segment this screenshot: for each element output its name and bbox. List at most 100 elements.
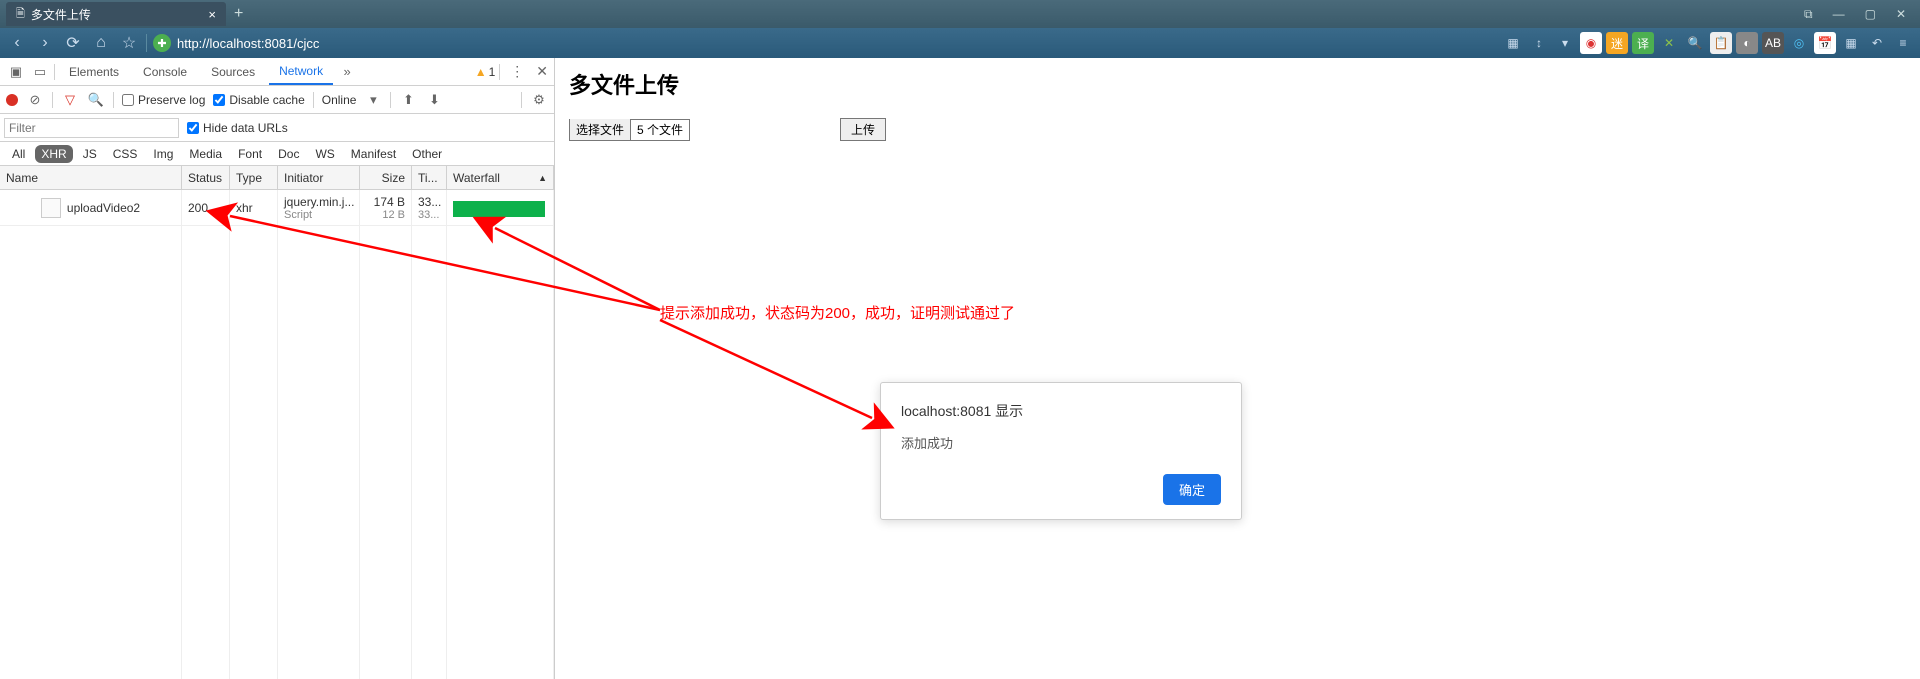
separator xyxy=(146,34,147,52)
ext-icon-4[interactable]: ✕ xyxy=(1658,32,1680,54)
col-time[interactable]: Ti... xyxy=(412,166,447,189)
url-text[interactable]: http://localhost:8081/cjcc xyxy=(177,36,1496,51)
clear-icon[interactable]: ⊘ xyxy=(26,92,44,108)
new-tab-button[interactable]: + xyxy=(234,5,243,23)
alert-title: localhost:8081 显示 xyxy=(901,401,1221,421)
col-name[interactable]: Name xyxy=(0,166,182,189)
home-icon[interactable]: ⌂ xyxy=(90,34,112,52)
qr-icon[interactable]: ▦ xyxy=(1502,32,1524,54)
page-content: 多文件上传 选择文件 5 个文件 上传 xyxy=(555,58,1920,679)
waterfall-bar xyxy=(453,201,545,217)
close-tab-icon[interactable]: × xyxy=(208,7,216,22)
cell-status: 200 xyxy=(182,190,230,225)
upload-button[interactable]: 上传 xyxy=(840,118,886,141)
filter-row: Hide data URLs xyxy=(0,114,554,142)
browser-tab-bar: 🗎 多文件上传 × + ⧉ — ▢ ✕ xyxy=(0,0,1920,28)
download-icon[interactable]: ⬇ xyxy=(425,92,443,108)
inspect-icon[interactable]: ▣ xyxy=(6,64,26,80)
search-icon[interactable]: 🔍 xyxy=(87,92,105,108)
back-icon[interactable]: ‹ xyxy=(6,34,28,52)
ext-icon-3[interactable]: 译 xyxy=(1632,32,1654,54)
toolbox-icon[interactable]: ⧉ xyxy=(1798,5,1819,24)
sort-arrow-icon: ▲ xyxy=(538,173,547,183)
filter-doc[interactable]: Doc xyxy=(272,145,305,163)
separator xyxy=(52,92,53,108)
alert-dialog: localhost:8081 显示 添加成功 确定 xyxy=(880,382,1242,520)
cell-waterfall xyxy=(447,190,554,225)
warnings-badge[interactable]: ▲ 1 xyxy=(475,65,496,79)
upload-icon[interactable]: ⬆ xyxy=(399,92,417,108)
ext-icon-10[interactable]: ▦ xyxy=(1840,32,1862,54)
table-row[interactable]: uploadVideo2 200 xhr jquery.min.j... Scr… xyxy=(0,190,554,226)
col-type[interactable]: Type xyxy=(230,166,278,189)
filter-css[interactable]: CSS xyxy=(107,145,144,163)
separator xyxy=(113,92,114,108)
col-initiator[interactable]: Initiator xyxy=(278,166,360,189)
forward-icon[interactable]: › xyxy=(34,34,56,52)
close-devtools-icon[interactable]: ✕ xyxy=(536,63,548,80)
minimize-icon[interactable]: — xyxy=(1827,5,1851,23)
reload-icon[interactable]: ⟳ xyxy=(62,33,84,53)
cell-type: xhr xyxy=(230,190,278,225)
col-size[interactable]: Size xyxy=(360,166,412,189)
tab-elements[interactable]: Elements xyxy=(59,58,129,85)
settings-icon[interactable]: ⚙ xyxy=(530,92,548,108)
table-grid xyxy=(0,190,554,679)
more-tabs-icon[interactable]: » xyxy=(337,64,357,79)
upload-form: 选择文件 5 个文件 上传 xyxy=(569,118,1906,141)
filter-input[interactable] xyxy=(4,118,179,138)
browser-tab[interactable]: 🗎 多文件上传 × xyxy=(6,2,226,26)
menu-icon[interactable]: ≡ xyxy=(1892,32,1914,54)
filter-icon[interactable]: ▽ xyxy=(61,92,79,108)
alert-ok-button[interactable]: 确定 xyxy=(1163,474,1221,505)
ext-icon-9[interactable]: 📅 xyxy=(1814,32,1836,54)
filter-ws[interactable]: WS xyxy=(309,145,340,163)
throttle-select[interactable]: Online xyxy=(322,93,357,107)
tab-sources[interactable]: Sources xyxy=(201,58,265,85)
filter-manifest[interactable]: Manifest xyxy=(345,145,402,163)
filter-img[interactable]: Img xyxy=(147,145,179,163)
page-title: 多文件上传 xyxy=(569,68,1906,100)
filter-font[interactable]: Font xyxy=(232,145,268,163)
close-window-icon[interactable]: ✕ xyxy=(1890,5,1912,23)
disable-cache-checkbox[interactable]: Disable cache xyxy=(213,93,304,107)
preserve-log-checkbox[interactable]: Preserve log xyxy=(122,93,205,107)
warning-count: 1 xyxy=(489,65,496,79)
ext-icon-6[interactable]: ◐ xyxy=(1736,32,1758,54)
file-input[interactable]: 选择文件 5 个文件 xyxy=(569,119,690,141)
site-security-icon[interactable]: ✚ xyxy=(153,34,171,52)
search-icon[interactable]: 🔍 xyxy=(1684,32,1706,54)
device-icon[interactable]: ▭ xyxy=(30,64,50,80)
filter-all[interactable]: All xyxy=(6,145,31,163)
chevron-down-icon[interactable]: ▾ xyxy=(364,92,382,108)
table-header: Name Status Type Initiator Size Ti... Wa… xyxy=(0,166,554,190)
ext-icon-1[interactable]: ◉ xyxy=(1580,32,1602,54)
tab-console[interactable]: Console xyxy=(133,58,197,85)
extensions-bar: ▦ ↕ ▾ ◉ 迷 译 ✕ 🔍 📋 ◐ AB ◎ 📅 ▦ ↶ ≡ xyxy=(1502,32,1914,54)
ext-icon-5[interactable]: 📋 xyxy=(1710,32,1732,54)
alert-message: 添加成功 xyxy=(901,433,1221,452)
sync-icon[interactable]: ↕ xyxy=(1528,32,1550,54)
chevron-down-icon[interactable]: ▾ xyxy=(1554,32,1576,54)
warning-icon: ▲ xyxy=(475,65,487,79)
network-table: Name Status Type Initiator Size Ti... Wa… xyxy=(0,166,554,679)
maximize-icon[interactable]: ▢ xyxy=(1859,5,1882,23)
tab-title: 多文件上传 xyxy=(31,6,91,23)
cell-name: uploadVideo2 xyxy=(0,190,182,225)
col-waterfall[interactable]: Waterfall▲ xyxy=(447,166,554,189)
filter-other[interactable]: Other xyxy=(406,145,448,163)
ext-icon-2[interactable]: 迷 xyxy=(1606,32,1628,54)
col-status[interactable]: Status xyxy=(182,166,230,189)
filter-media[interactable]: Media xyxy=(183,145,228,163)
filter-js[interactable]: JS xyxy=(77,145,103,163)
ext-icon-8[interactable]: ◎ xyxy=(1788,32,1810,54)
record-button[interactable] xyxy=(6,94,18,106)
undo-icon[interactable]: ↶ xyxy=(1866,32,1888,54)
filter-xhr[interactable]: XHR xyxy=(35,145,72,163)
kebab-icon[interactable]: ⋮ xyxy=(510,63,524,80)
ext-icon-7[interactable]: AB xyxy=(1762,32,1784,54)
bookmark-icon[interactable]: ☆ xyxy=(118,33,140,53)
tab-network[interactable]: Network xyxy=(269,58,333,85)
hide-data-urls-checkbox[interactable]: Hide data URLs xyxy=(187,121,288,135)
choose-file-button[interactable]: 选择文件 xyxy=(570,119,631,140)
